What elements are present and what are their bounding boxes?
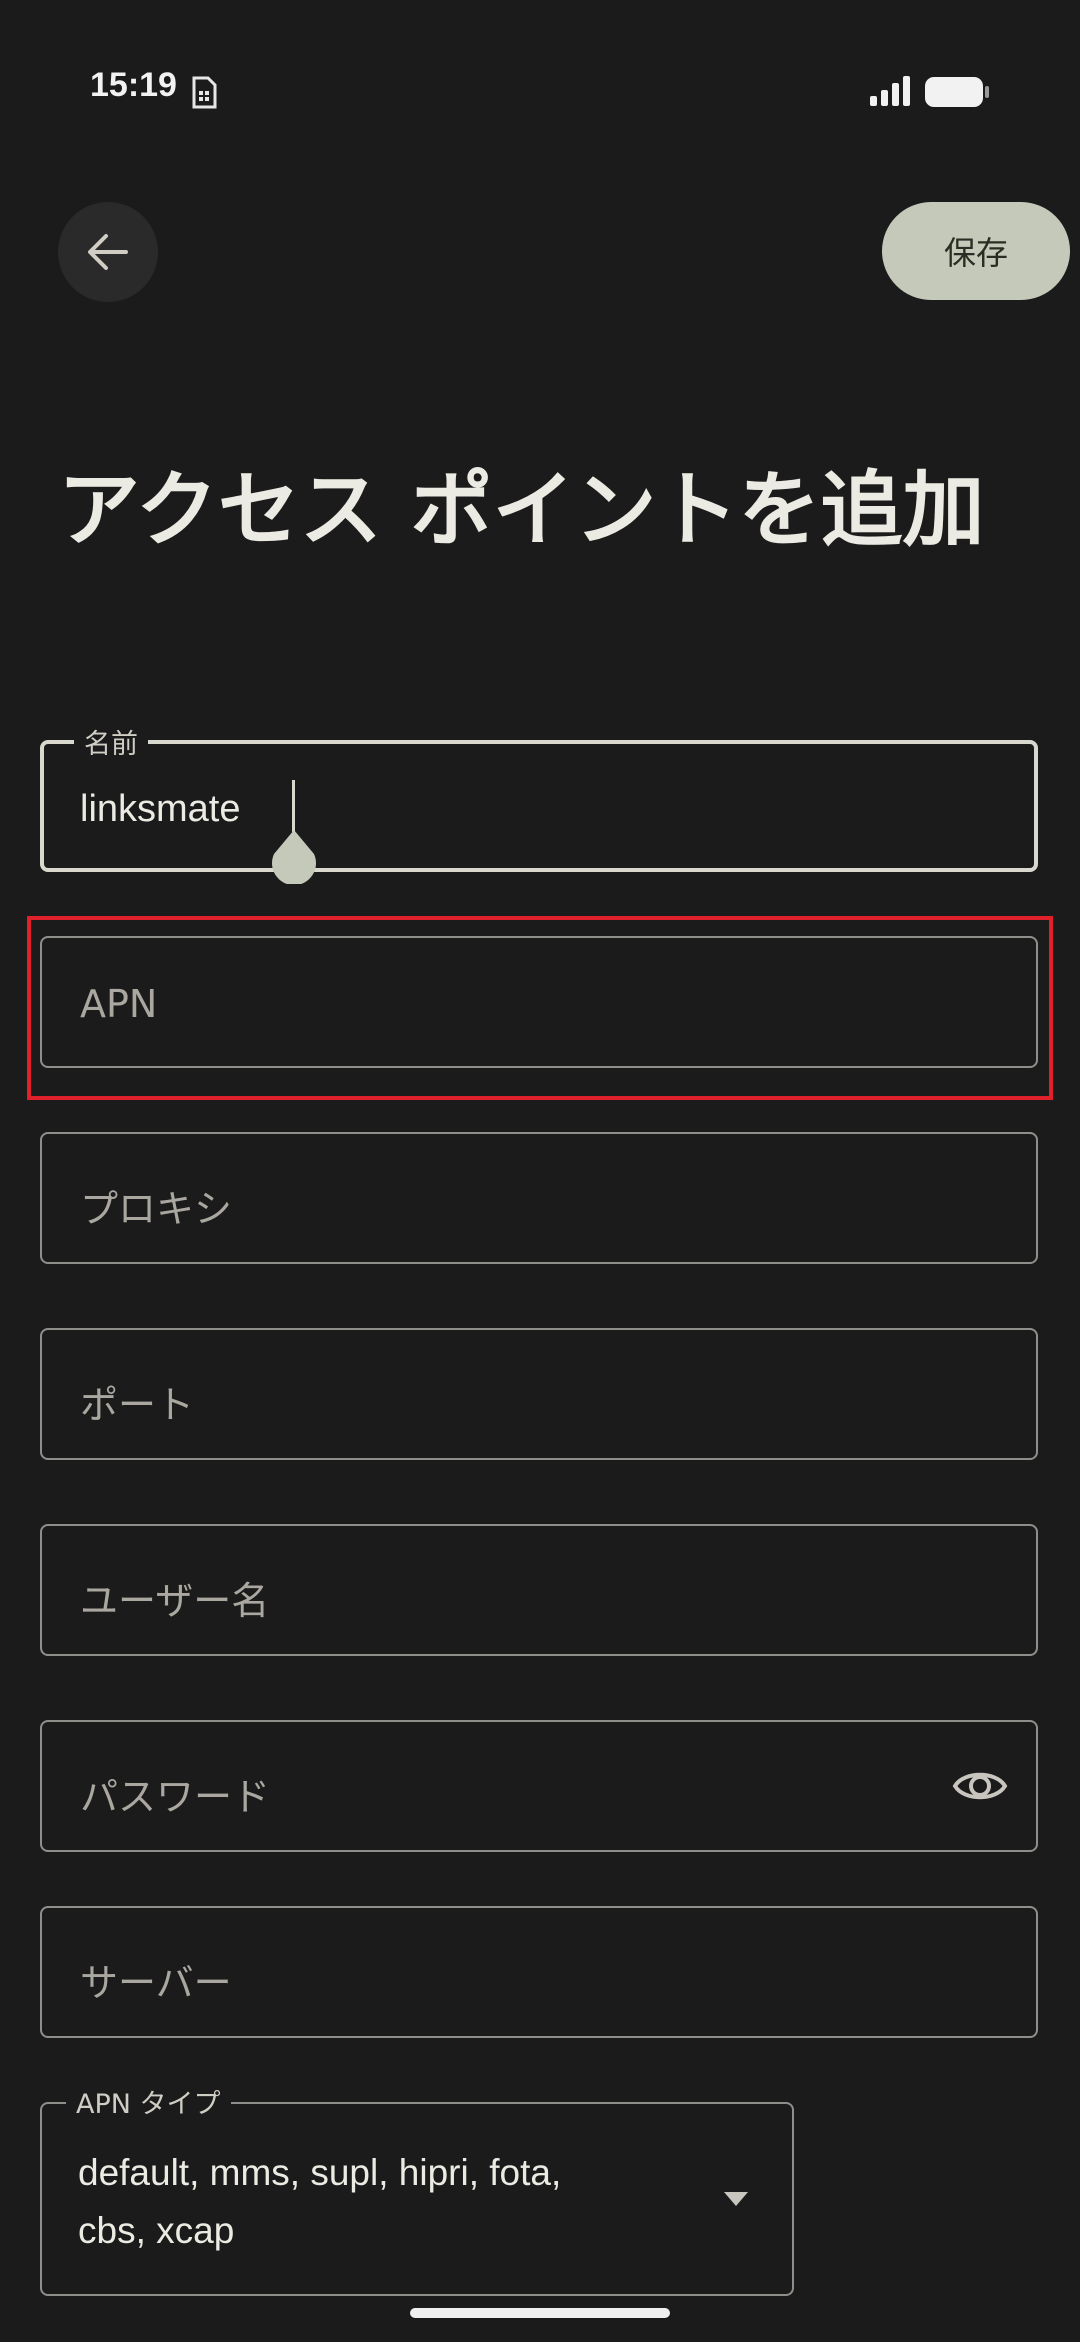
name-field-value: linksmate — [80, 788, 241, 830]
apn-type-label: APN タイプ — [66, 2082, 231, 2121]
name-field[interactable]: 名前 linksmate — [40, 722, 1038, 884]
apn-type-select[interactable]: APN タイプ default, mms, supl, hipri, fota,… — [40, 2082, 794, 2296]
eye-icon[interactable] — [952, 1760, 1008, 1812]
page-title: アクセス ポイントを追加 — [58, 463, 985, 558]
proxy-field-placeholder: プロキシ — [80, 1187, 233, 1231]
username-field-placeholder: ユーザー名 — [80, 1579, 270, 1623]
arrow-left-icon — [88, 234, 128, 270]
triangle-down-icon — [724, 2192, 748, 2206]
proxy-field[interactable]: プロキシ — [40, 1132, 1038, 1264]
cursor-handle-icon[interactable] — [268, 828, 320, 884]
port-field[interactable]: ポート — [40, 1328, 1038, 1460]
name-field-label: 名前 — [74, 722, 148, 761]
password-field-placeholder: パスワード — [80, 1775, 271, 1819]
home-indicator[interactable] — [410, 2308, 670, 2318]
back-button[interactable] — [58, 202, 158, 302]
apn-field[interactable]: APN — [40, 936, 1038, 1068]
server-field-placeholder: サーバー — [80, 1961, 232, 2005]
status-bar: 15:19 — [0, 0, 1080, 130]
signal-icon — [870, 76, 910, 106]
sim-card-icon — [192, 76, 217, 109]
password-field[interactable]: パスワード — [40, 1720, 1038, 1852]
port-field-placeholder: ポート — [80, 1383, 195, 1427]
status-time: 15:19 — [90, 66, 177, 104]
save-button[interactable]: 保存 — [882, 202, 1070, 300]
text-cursor — [292, 780, 295, 832]
server-field[interactable]: サーバー — [40, 1906, 1038, 2038]
apn-type-value: default, mms, supl, hipri, fota, cbs, xc… — [78, 2152, 562, 2251]
apn-field-placeholder: APN — [80, 982, 158, 1026]
battery-icon — [925, 77, 989, 107]
username-field[interactable]: ユーザー名 — [40, 1524, 1038, 1656]
